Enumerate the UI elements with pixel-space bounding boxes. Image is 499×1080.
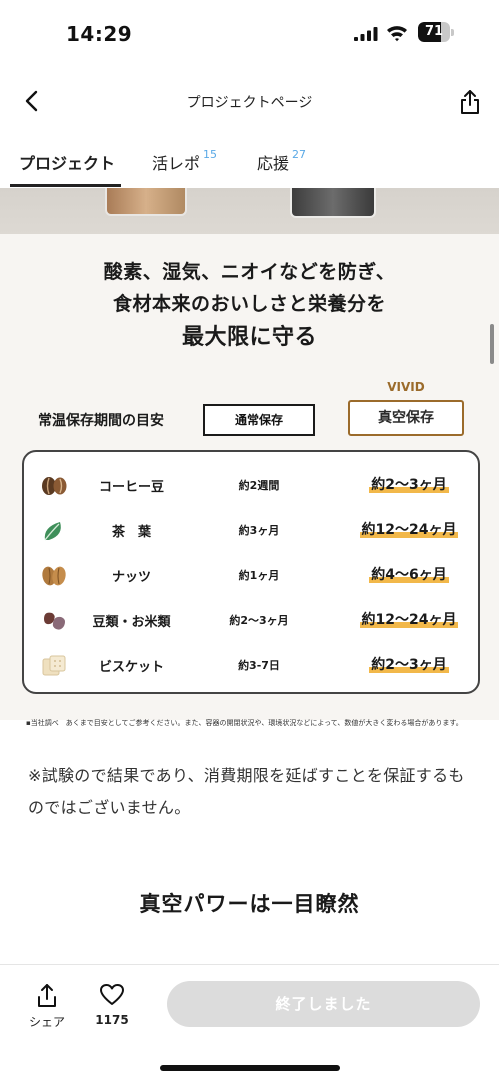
share-button[interactable]: シェア [22,981,72,1037]
normal-storage-tag: 通常保存 [203,404,315,436]
table-row: 豆類・お米類 約2〜3ヶ月 約12〜24ヶ月 [24,599,478,643]
vacuum-period: 約12〜24ヶ月 [359,612,459,628]
vacuum-period: 約2〜3ヶ月 [369,477,449,493]
battery-icon: 71 [418,22,454,42]
wifi-icon [387,26,407,42]
status-time: 14:29 [66,22,133,46]
normal-period: 約3ヶ月 [238,524,280,537]
section-heading: 真空パワーは一目瞭然 [139,892,360,916]
coffee-bean-icon [42,477,67,495]
vacuum-period: 約12〜24ヶ月 [359,522,459,538]
like-button[interactable]: 1175 [88,981,136,1037]
tab-bar: プロジェクト 活レポ 15 応援 27 [0,136,499,188]
nut-icon [42,566,66,586]
nav-header: プロジェクトページ [0,64,499,136]
table-row: ナッツ 約1ヶ月 約4〜6ヶ月 [24,554,478,598]
page-title: プロジェクトページ [186,95,313,111]
vivid-label: VIVID [387,380,425,394]
status-bar: 14:29 71 [0,0,499,64]
tab-support[interactable]: 応援 27 [257,148,307,174]
headline-line: 酸素、湿気、ニオイなどを防ぎ、 [103,261,396,283]
active-tab-indicator [10,184,121,187]
headline-line: 食材本来のおいしさと栄養分を [112,293,386,315]
share-label: シェア [28,1015,65,1029]
disclaimer-text: ※試験ので結果であり、消費期限を延ばすことを保証するものではございません。 [28,766,465,817]
scroll-indicator[interactable] [490,324,494,364]
normal-period: 約2〜3ヶ月 [229,614,289,627]
headline: 酸素、湿気、ニオイなどを防ぎ、 食材本来のおいしさと栄養分を 最大限に守る [0,256,499,356]
headline-line: 最大限に守る [181,325,317,350]
tab-reports[interactable]: 活レポ 15 [152,148,218,174]
battery-level: 71 [424,24,444,39]
bean-icon [44,612,65,630]
food-name: ビスケット [98,660,164,675]
storage-table: コーヒー豆 約2週間 約2〜3ヶ月 茶 葉 約3ヶ月 約12〜24ヶ月 ナッツ … [22,450,480,694]
project-ended-button[interactable]: 終了しました [167,981,480,1027]
tab-label: プロジェクト [19,154,116,173]
storage-infographic: 酸素、湿気、ニオイなどを防ぎ、 食材本来のおいしさと栄養分を 最大限に守る 常温… [0,234,499,720]
food-name: ナッツ [111,570,151,585]
table-row: コーヒー豆 約2週間 約2〜3ヶ月 [24,464,478,508]
heart-icon [100,984,124,1005]
tab-label: 活レポ [152,154,201,173]
tab-count: 27 [292,148,307,161]
food-name: コーヒー豆 [98,480,164,495]
table-row: 茶 葉 約3ヶ月 約12〜24ヶ月 [24,509,478,553]
jar-image [290,188,376,218]
vacuum-period: 約4〜6ヶ月 [369,567,449,583]
normal-period: 約1ヶ月 [238,569,280,582]
tab-project[interactable]: プロジェクト [19,150,115,174]
product-photo [0,188,499,234]
normal-period: 約3-7日 [238,659,280,672]
jar-image [105,188,187,216]
home-indicator[interactable] [160,1065,340,1071]
like-count: 1175 [95,1013,129,1027]
biscuit-icon [42,655,66,676]
share-icon[interactable] [458,88,482,116]
footnote: ▪当社調べ あくまで目安としてご参考ください。また、容器の開閉状況や、環境状況な… [26,719,463,727]
share-icon [38,984,56,1007]
food-name: 茶 葉 [111,525,151,540]
signal-icon [354,27,378,41]
food-name: 豆類・お米類 [92,615,171,630]
tab-count: 15 [203,148,218,161]
tea-leaf-icon [44,522,61,541]
normal-period: 約2週間 [238,479,280,492]
table-row: ビスケット 約3-7日 約2〜3ヶ月 [24,644,478,688]
vacuum-storage-tag: 真空保存 [348,400,464,436]
comparison-label: 常温保存期間の目安 [38,413,164,429]
project-content[interactable]: 酸素、湿気、ニオイなどを防ぎ、 食材本来のおいしさと栄養分を 最大限に守る 常温… [0,188,499,964]
vacuum-period: 約2〜3ヶ月 [369,657,449,673]
bottom-action-bar: シェア 1175 終了しました [0,964,499,1080]
tab-label: 応援 [257,154,290,173]
